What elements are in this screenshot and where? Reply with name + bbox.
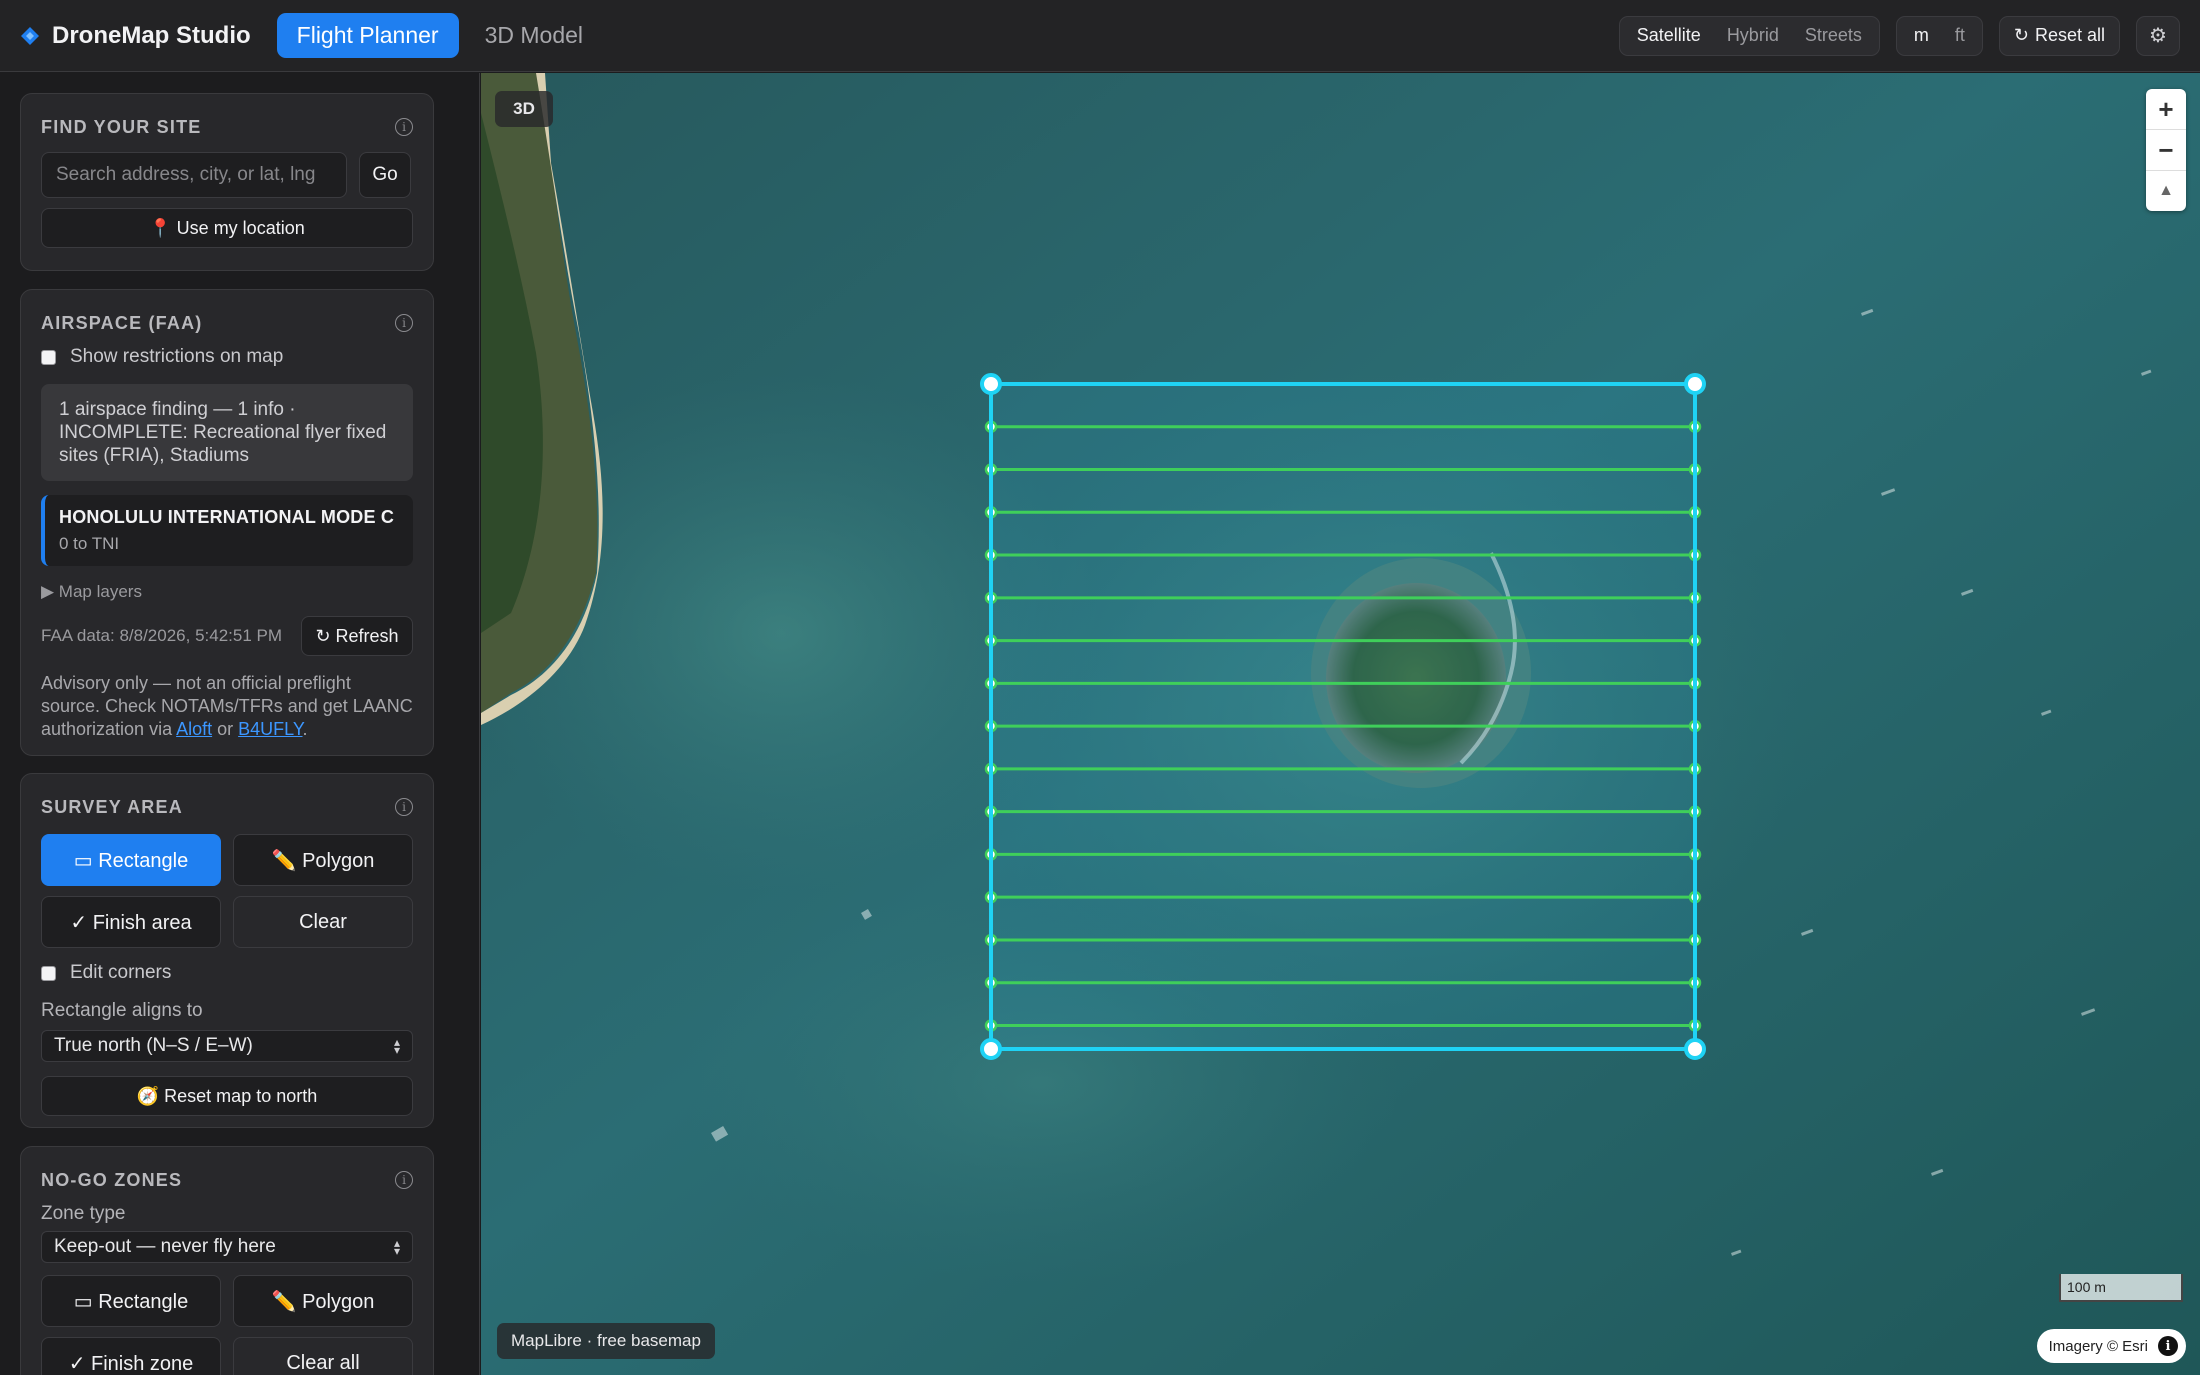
finish-area-button[interactable]: ✓ Finish area bbox=[41, 896, 221, 948]
compass-icon: ▲ bbox=[2158, 182, 2174, 199]
select-arrows-icon: ▴ ▾ bbox=[393, 1236, 400, 1258]
survey-area-title: SURVEY AREA bbox=[41, 796, 183, 817]
select-arrows-icon: ▴ ▾ bbox=[393, 1035, 400, 1057]
map-view[interactable]: 3D + − ▲ 100 m MapLibre · free basemap I… bbox=[481, 73, 2200, 1375]
rectangle-align-value: True north (N–S / E–W) bbox=[54, 1035, 253, 1056]
advisory-mid: or bbox=[212, 719, 239, 739]
basemap-note: MapLibre · free basemap bbox=[497, 1323, 715, 1359]
b4ufly-link[interactable]: B4UFLY bbox=[238, 719, 302, 739]
edit-corners-label: Edit corners bbox=[70, 962, 172, 983]
use-my-location-button[interactable]: 📍 Use my location bbox=[41, 208, 413, 248]
airspace-title: AIRSPACE (FAA) bbox=[41, 312, 203, 333]
reset-icon: ↻ bbox=[2013, 25, 2029, 45]
logo-icon bbox=[21, 26, 39, 45]
top-bar: DroneMap Studio Flight Planner 3D Model … bbox=[0, 0, 2200, 72]
zone-type-value: Keep-out — never fly here bbox=[54, 1236, 276, 1257]
refresh-button[interactable]: ↻ Refresh bbox=[301, 616, 413, 656]
basemap-switcher: Satellite Hybrid Streets bbox=[1618, 15, 1880, 56]
compass-button[interactable]: ▲ bbox=[2146, 170, 2186, 211]
zoom-out-button[interactable]: − bbox=[2146, 129, 2186, 170]
map-layers-toggle[interactable]: ▶ Map layers bbox=[41, 582, 413, 602]
satellite-imagery bbox=[481, 73, 2200, 1375]
scale-bar: 100 m bbox=[2059, 1274, 2183, 1302]
nogo-polygon-button[interactable]: ✏️ Polygon bbox=[233, 1275, 413, 1327]
airspace-card-title: HONOLULU INTERNATIONAL MODE C bbox=[59, 507, 395, 527]
sidebar: FIND YOUR SITE i Go 📍 Use my location AI… bbox=[0, 73, 480, 1375]
survey-corner-handle[interactable] bbox=[1684, 373, 1706, 395]
basemap-satellite-button[interactable]: Satellite bbox=[1624, 19, 1714, 53]
nogo-rectangle-button[interactable]: ▭ Rectangle bbox=[41, 1275, 221, 1327]
finish-zone-button[interactable]: ✓ Finish zone bbox=[41, 1337, 221, 1375]
survey-area-fill bbox=[991, 384, 1695, 1049]
airspace-finding-summary: 1 airspace finding — 1 info · INCOMPLETE… bbox=[41, 384, 413, 481]
no-go-zones-panel: NO-GO ZONES i Zone type Keep-out — never… bbox=[20, 1146, 434, 1375]
gear-icon: ⚙ bbox=[2149, 25, 2167, 47]
survey-corner-handle[interactable] bbox=[1684, 1038, 1706, 1060]
zone-type-select[interactable]: Keep-out — never fly here ▴ ▾ bbox=[41, 1231, 413, 1263]
survey-polygon-button[interactable]: ✏️ Polygon bbox=[233, 834, 413, 886]
zone-type-label: Zone type bbox=[41, 1203, 126, 1224]
tab-flight-planner[interactable]: Flight Planner bbox=[276, 13, 459, 58]
show-restrictions-checkbox[interactable] bbox=[41, 349, 56, 365]
info-icon[interactable]: i bbox=[395, 798, 413, 816]
reset-all-label: Reset all bbox=[2034, 25, 2105, 45]
go-button[interactable]: Go bbox=[359, 152, 411, 198]
show-restrictions-toggle[interactable]: Show restrictions on map bbox=[41, 346, 413, 368]
3d-toggle-button[interactable]: 3D bbox=[495, 91, 553, 127]
show-restrictions-label: Show restrictions on map bbox=[70, 346, 284, 367]
advisory-text: Advisory only — not an official prefligh… bbox=[41, 672, 413, 741]
aloft-link[interactable]: Aloft bbox=[176, 719, 212, 739]
attribution: Imagery © Esri i bbox=[2036, 1329, 2186, 1363]
unit-feet-button[interactable]: ft bbox=[1942, 19, 1978, 53]
app-title: DroneMap Studio bbox=[52, 21, 251, 49]
edit-corners-checkbox[interactable] bbox=[41, 965, 56, 981]
faa-data-timestamp: FAA data: 8/8/2026, 5:42:51 PM bbox=[41, 626, 283, 645]
edit-corners-toggle[interactable]: Edit corners bbox=[41, 962, 413, 984]
attribution-text: Imagery © Esri bbox=[2048, 1337, 2148, 1355]
info-icon[interactable]: i bbox=[395, 118, 413, 136]
attribution-info-icon[interactable]: i bbox=[2158, 1336, 2178, 1356]
advisory-suffix: . bbox=[302, 719, 308, 739]
reset-all-button[interactable]: ↻ Reset all bbox=[1998, 15, 2120, 56]
units-switcher: m ft bbox=[1895, 15, 1983, 56]
settings-button[interactable]: ⚙ bbox=[2136, 15, 2180, 56]
info-icon[interactable]: i bbox=[395, 314, 413, 332]
survey-corner-handle[interactable] bbox=[980, 1038, 1002, 1060]
basemap-hybrid-button[interactable]: Hybrid bbox=[1714, 19, 1792, 53]
clear-all-zones-button[interactable]: Clear all bbox=[233, 1337, 413, 1375]
zoom-control: + − ▲ bbox=[2146, 89, 2186, 211]
reset-map-north-button[interactable]: 🧭 Reset map to north bbox=[41, 1076, 413, 1116]
brand: DroneMap Studio bbox=[20, 22, 251, 50]
survey-corner-handle[interactable] bbox=[980, 373, 1002, 395]
airspace-panel: AIRSPACE (FAA) i Show restrictions on ma… bbox=[20, 289, 434, 756]
find-site-panel: FIND YOUR SITE i Go 📍 Use my location bbox=[20, 93, 434, 271]
survey-rectangle-button[interactable]: ▭ Rectangle bbox=[41, 834, 221, 886]
airspace-card-subtitle: 0 to TNI bbox=[59, 534, 120, 553]
unit-meters-button[interactable]: m bbox=[1901, 19, 1942, 53]
survey-area-panel: SURVEY AREA i ▭ Rectangle ✏️ Polygon ✓ F… bbox=[20, 773, 434, 1128]
tab-3d-model[interactable]: 3D Model bbox=[465, 13, 603, 58]
find-site-title: FIND YOUR SITE bbox=[41, 116, 202, 137]
survey-area-overlay[interactable] bbox=[980, 373, 1706, 1060]
airspace-card[interactable]: HONOLULU INTERNATIONAL MODE C 0 to TNI bbox=[41, 495, 413, 566]
search-input[interactable] bbox=[41, 152, 347, 198]
rectangle-align-select[interactable]: True north (N–S / E–W) ▴ ▾ bbox=[41, 1030, 413, 1062]
zoom-in-button[interactable]: + bbox=[2146, 89, 2186, 129]
info-icon[interactable]: i bbox=[395, 1171, 413, 1189]
clear-area-button[interactable]: Clear bbox=[233, 896, 413, 948]
no-go-zones-title: NO-GO ZONES bbox=[41, 1169, 183, 1190]
basemap-streets-button[interactable]: Streets bbox=[1792, 19, 1875, 53]
rectangle-align-label: Rectangle aligns to bbox=[41, 1000, 203, 1021]
